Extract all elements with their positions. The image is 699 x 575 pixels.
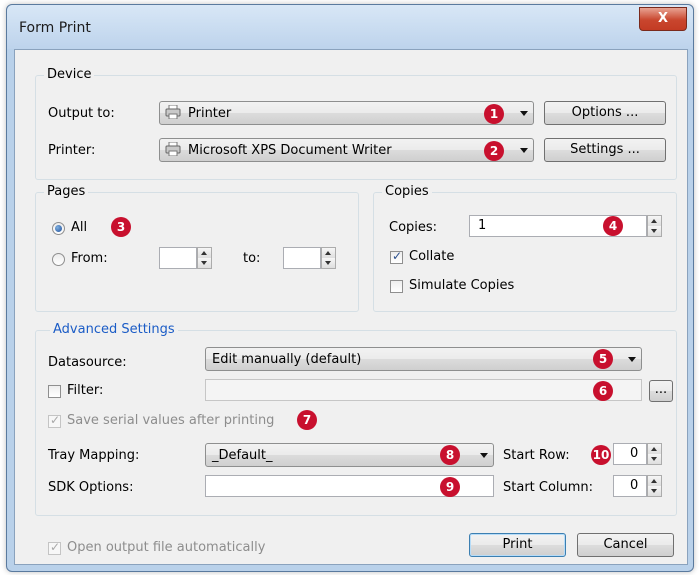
device-group: Device: [35, 67, 677, 180]
open-output-checkbox[interactable]: [48, 540, 61, 555]
to-label: to:: [243, 251, 261, 266]
copies-label: Copies:: [389, 220, 438, 235]
open-output-label: Open output file automatically: [67, 540, 266, 555]
callout-marker-1: 1: [484, 104, 504, 124]
filter-input[interactable]: [205, 379, 642, 401]
printer-dropdown[interactable]: Microsoft XPS Document Writer: [159, 138, 534, 162]
callout-marker-6: 6: [593, 381, 613, 401]
from-page-spinner[interactable]: [197, 247, 212, 269]
tray-mapping-value: _Default_: [212, 448, 273, 463]
cancel-button[interactable]: Cancel: [577, 533, 674, 557]
callout-marker-7: 7: [297, 410, 317, 430]
chevron-down-icon: [628, 357, 636, 362]
printer-icon: [165, 142, 181, 156]
close-button[interactable]: X: [639, 7, 687, 31]
start-row-spinner[interactable]: [647, 443, 662, 465]
collate-label: Collate: [409, 249, 455, 264]
start-column-label: Start Column:: [503, 480, 594, 495]
advanced-settings-link[interactable]: Advanced Settings: [50, 322, 178, 337]
chevron-down-icon: [520, 111, 528, 116]
callout-marker-8: 8: [440, 445, 460, 465]
to-page-spinner[interactable]: [321, 247, 336, 269]
printer-icon: [165, 105, 181, 119]
title-bar: Form Print X: [7, 5, 693, 49]
callout-marker-4: 4: [603, 216, 623, 236]
printer-value: Microsoft XPS Document Writer: [188, 143, 392, 158]
to-page-input[interactable]: [283, 247, 321, 269]
datasource-label: Datasource:: [48, 355, 127, 370]
print-button[interactable]: Print: [469, 533, 566, 557]
callout-marker-10: 10: [591, 445, 611, 465]
collate-checkbox[interactable]: [390, 249, 403, 264]
simulate-copies-label: Simulate Copies: [409, 278, 515, 293]
options-button[interactable]: Options ...: [544, 101, 666, 125]
save-serial-checkbox[interactable]: [48, 413, 61, 428]
callout-marker-3: 3: [111, 217, 131, 237]
dialog-body: Device Output to: Printer 1 Options ... …: [14, 49, 688, 565]
start-row-label: Start Row:: [503, 448, 570, 463]
datasource-dropdown[interactable]: Edit manually (default): [205, 347, 642, 371]
pages-legend: Pages: [44, 184, 89, 199]
output-to-label: Output to:: [48, 106, 115, 121]
chevron-down-icon: [480, 453, 488, 458]
simulate-copies-checkbox[interactable]: [390, 280, 403, 293]
start-column-input[interactable]: 0: [613, 475, 647, 497]
all-pages-label: All: [71, 220, 88, 235]
callout-marker-2: 2: [484, 141, 504, 161]
save-serial-label: Save serial values after printing: [67, 413, 275, 428]
device-legend: Device: [44, 67, 95, 82]
sdk-options-label: SDK Options:: [48, 480, 134, 495]
output-to-dropdown[interactable]: Printer: [159, 101, 534, 125]
filter-checkbox[interactable]: [48, 385, 61, 398]
copies-legend: Copies: [382, 184, 432, 199]
filter-browse-button[interactable]: ...: [649, 380, 673, 402]
datasource-value: Edit manually (default): [212, 352, 362, 367]
copies-spinner[interactable]: [647, 215, 662, 237]
callout-marker-5: 5: [593, 349, 613, 369]
printer-label: Printer:: [48, 143, 96, 158]
chevron-down-icon: [520, 148, 528, 153]
form-print-dialog: Form Print X Device Output to: Printer 1…: [6, 4, 694, 572]
from-label: From:: [71, 251, 108, 266]
dialog-title: Form Print: [19, 20, 91, 36]
settings-button[interactable]: Settings ...: [544, 138, 666, 162]
output-to-value: Printer: [188, 106, 232, 121]
page-range-radio[interactable]: [52, 253, 65, 266]
from-page-input[interactable]: [159, 247, 197, 269]
start-column-spinner[interactable]: [647, 475, 662, 497]
start-row-input[interactable]: 0: [613, 443, 647, 465]
callout-marker-9: 9: [440, 477, 460, 497]
all-pages-radio[interactable]: [52, 222, 65, 235]
tray-mapping-label: Tray Mapping:: [48, 448, 140, 463]
filter-label: Filter:: [67, 383, 104, 398]
